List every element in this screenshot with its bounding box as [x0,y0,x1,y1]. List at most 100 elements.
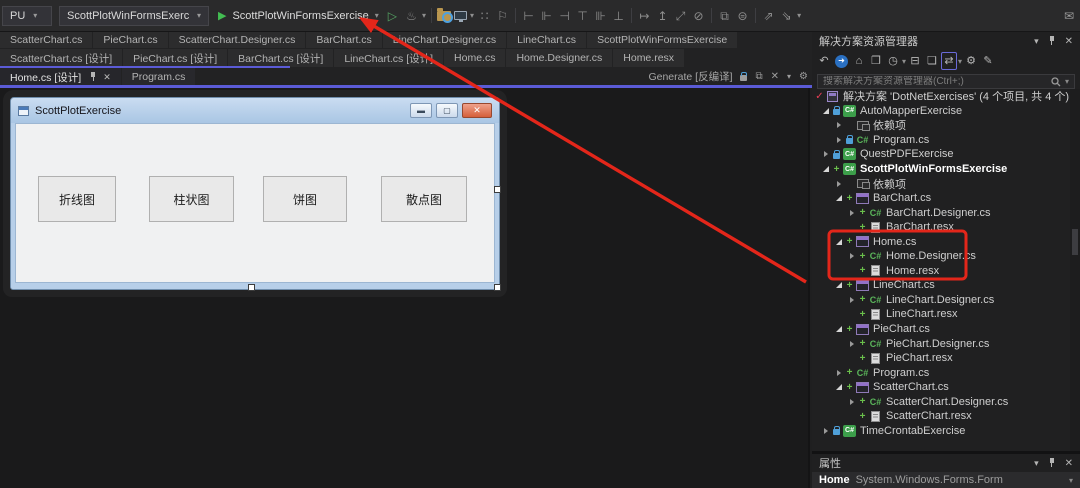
chevron-down-icon[interactable]: ▾ [1034,36,1039,47]
close-button[interactable]: ✕ [462,103,492,118]
feedback-icon[interactable]: ✉ [1064,9,1074,23]
expander-icon[interactable] [846,398,857,405]
chevron-down-icon[interactable]: ▾ [1034,458,1039,469]
forward-icon[interactable]: ➜ [835,54,848,68]
bring-to-front-icon[interactable]: ⇗ [761,7,776,25]
maximize-button[interactable]: ▢ [436,103,458,118]
resize-handle-corner[interactable] [494,284,501,291]
close-icon[interactable]: ✕ [771,71,779,82]
hot-reload-icon[interactable]: ♨ [404,7,419,25]
device-preview-icon[interactable] [454,11,468,22]
flag-icon[interactable]: ⚐ [495,7,510,25]
tree-item-scatterchart-resx[interactable]: + ScatterChart.resx [812,409,1070,424]
tree-item-timecrontabexercise[interactable]: C# TimeCrontabExercise [812,424,1070,439]
pending-changes-filter-icon[interactable]: ◷ [885,53,901,69]
align-lefts-icon[interactable]: ⊢ [521,7,536,25]
pin-icon[interactable] [89,72,97,82]
home-icon[interactable]: ⌂ [851,53,867,69]
resize-handle-bottom[interactable] [248,284,255,291]
expander-icon[interactable] [846,340,857,347]
size-to-grid-icon[interactable]: ⊘ [691,7,706,25]
expander-icon[interactable] [833,369,844,376]
tab-home-designer[interactable]: Home.cs [设计] ✕ [0,68,121,86]
expander-icon[interactable] [833,384,844,391]
tree-item-linechart-resx[interactable]: + LineChart.resx [812,307,1070,322]
align-centers-icon[interactable]: ⊩ [539,7,554,25]
tree-item-home-resx[interactable]: + Home.resx [812,264,1070,279]
chevron-down-icon[interactable]: ▾ [1065,77,1069,86]
same-size-icon[interactable]: ⤢ [673,7,688,25]
gear-icon[interactable]: ⚙ [799,71,808,82]
align-tops-icon[interactable]: ⊤ [575,7,590,25]
tree-item-piechart-resx[interactable]: + PieChart.resx [812,351,1070,366]
tree-item-program-cs[interactable]: + C# Program.cs [812,365,1070,380]
tab-barchart-cs[interactable]: BarChart.cs [306,32,382,48]
sync-with-active-document-icon[interactable]: ⇄ [941,52,958,70]
chevron-down-icon[interactable]: ▾ [787,72,791,81]
tree-item-scatterchart-designer-cs[interactable]: + C# ScatterChart.Designer.cs [812,394,1070,409]
tab-home-resx[interactable]: Home.resx [613,49,685,67]
same-height-icon[interactable]: ↥ [655,7,670,25]
align-bottoms-icon[interactable]: ⊥ [611,7,626,25]
tree-item-home-designer-cs[interactable]: + C# Home.Designer.cs [812,249,1070,264]
tab-linechart-cs[interactable]: LineChart.cs [507,32,587,48]
minimize-button[interactable]: ▬ [410,103,432,118]
search-input[interactable] [823,76,1047,87]
send-to-back-icon[interactable]: ⇘ [779,7,794,25]
form-button[interactable]: 柱状图 [149,176,234,222]
vertical-spacing-icon[interactable]: ⊜ [735,7,750,25]
tree-item-automapperexercise[interactable]: C# AutoMapperExercise [812,104,1070,119]
form-button[interactable]: 散点图 [381,176,467,222]
tab-scatterchart-cs[interactable]: ScatterChart.cs [0,32,93,48]
tab-home-designer-cs[interactable]: Home.Designer.cs [506,49,613,67]
designed-form[interactable]: ScottPlotExercise ▬ ▢ ✕ 折线图 柱状图 饼图 散点图 [10,97,500,290]
expander-icon[interactable] [820,151,831,158]
tree-item-piechart-cs[interactable]: + PieChart.cs [812,322,1070,337]
tree-item-linechart-designer-cs[interactable]: + C# LineChart.Designer.cs [812,293,1070,308]
tree-item-linechart-cs[interactable]: + LineChart.cs [812,278,1070,293]
close-icon[interactable]: ✕ [103,72,111,83]
tab-barchart-cs-[interactable]: BarChart.cs [设计] [228,49,334,67]
tree-item-piechart-designer-cs[interactable]: + C# PieChart.Designer.cs [812,336,1070,351]
tree-item-home-cs[interactable]: + Home.cs [812,234,1070,249]
tree-item-questpdfexercise[interactable]: C# QuestPDFExercise [812,147,1070,162]
expander-icon[interactable] [820,427,831,434]
expander-icon[interactable] [833,180,844,187]
expander-icon[interactable] [833,238,844,245]
expander-icon[interactable] [833,282,844,289]
tab-program-cs[interactable]: Program.cs [121,68,196,86]
close-icon[interactable]: ✕ [1065,36,1073,47]
expander-icon[interactable] [833,326,844,333]
expander-icon[interactable] [820,107,831,114]
expander-icon[interactable] [846,209,857,216]
tab-scatterchart-cs-[interactable]: ScatterChart.cs [设计] [0,49,123,67]
tree-item-解决方案-dotnetexercises-4-个项目-共-4-个-[interactable]: ✓ 解决方案 'DotNetExercises' (4 个项目, 共 4 个) [812,89,1070,104]
tab-linechart-cs-[interactable]: LineChart.cs [设计] [334,49,444,67]
tab-piechart-cs[interactable]: PieChart.cs [93,32,168,48]
tree-item-scottplotwinformsexercise[interactable]: + C# ScottPlotWinFormsExercise [812,162,1070,177]
tree-item-依赖项[interactable]: 依赖项 [812,176,1070,191]
properties-wrench-icon[interactable]: ⚙ [963,53,979,69]
tab-piechart-cs-[interactable]: PieChart.cs [设计] [123,49,228,67]
search-box[interactable]: ▾ [817,74,1075,89]
tab-linechart-designer-cs[interactable]: LineChart.Designer.cs [382,32,507,48]
form-button[interactable]: 饼图 [263,176,347,222]
tree-item-依赖项[interactable]: 依赖项 [812,118,1070,133]
close-icon[interactable]: ✕ [1065,458,1073,469]
grid-dots-icon[interactable]: ∷ [477,7,492,25]
copy-icon[interactable]: ⧉ [755,71,762,82]
scrollbar[interactable] [1070,89,1080,451]
properties-object-combo[interactable]: Home System.Windows.Forms.Form ▾ [812,472,1080,488]
tab-scatterchart-designer-cs[interactable]: ScatterChart.Designer.cs [168,32,306,48]
platform-combo[interactable]: PU ▾ [2,5,52,26]
resize-handle-right[interactable] [494,186,501,193]
form-button[interactable]: 折线图 [38,176,116,222]
expander-icon[interactable] [820,166,831,172]
preview-changes-icon[interactable] [437,7,454,23]
back-icon[interactable]: ↶ [816,53,832,69]
pin-icon[interactable] [1048,458,1056,468]
run-button[interactable]: ▶ ScottPlotWinFormsExercise ▾ [216,9,381,23]
switch-views-icon[interactable]: ❐ [868,53,884,69]
same-width-icon[interactable]: ↦ [637,7,652,25]
collapse-all-icon[interactable]: ⊟ [907,53,923,69]
